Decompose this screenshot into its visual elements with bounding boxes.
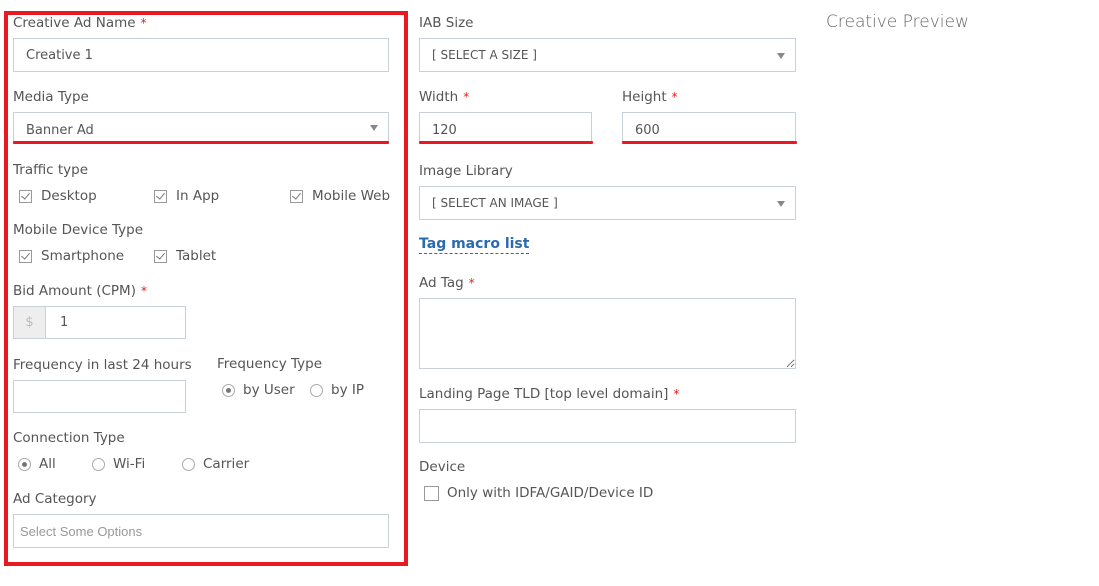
bid-amount-value: 1 xyxy=(60,315,69,330)
radio-label: by User xyxy=(243,382,295,398)
creative-name-input[interactable]: Creative 1 xyxy=(13,38,389,72)
creative-name-label: Creative Ad Name * xyxy=(13,15,147,31)
ad-tag-textarea[interactable] xyxy=(419,298,796,369)
frequency-by-user-radio[interactable]: by User xyxy=(222,382,295,398)
device-label: Device xyxy=(419,459,466,475)
checkbox-label: Tablet xyxy=(176,248,217,264)
landing-page-label: Landing Page TLD [top level domain] * xyxy=(419,386,679,402)
mobile-device-type-label: Mobile Device Type xyxy=(13,222,144,238)
checkbox-label: Desktop xyxy=(41,188,97,204)
image-library-label: Image Library xyxy=(419,163,513,179)
bid-amount-label-text: Bid Amount (CPM) xyxy=(13,283,136,299)
image-library-value: [ SELECT AN IMAGE ] xyxy=(432,196,558,210)
currency-addon: $ xyxy=(13,306,46,339)
connection-wifi-radio[interactable]: Wi-Fi xyxy=(92,456,145,472)
landing-page-input[interactable] xyxy=(419,409,796,443)
ad-category-label: Ad Category xyxy=(13,491,97,507)
connection-type-label: Connection Type xyxy=(13,430,125,446)
creative-name-value: Creative 1 xyxy=(26,47,93,63)
radio-selected-icon[interactable] xyxy=(18,457,31,471)
radio-label: Wi-Fi xyxy=(113,456,146,472)
frequency-input[interactable] xyxy=(13,380,186,413)
checkbox-label: Mobile Web xyxy=(312,188,391,204)
media-type-underline xyxy=(13,141,389,144)
ad-tag-label-text: Ad Tag xyxy=(419,275,464,291)
traffic-in-app-checkbox[interactable]: In App xyxy=(154,188,219,204)
device-smartphone-checkbox[interactable]: Smartphone xyxy=(19,248,124,264)
checkbox-label: Only with IDFA/GAID/Device ID xyxy=(447,485,654,501)
bid-amount-label: Bid Amount (CPM) * xyxy=(13,283,147,299)
media-type-label: Media Type xyxy=(13,89,89,105)
frequency-by-ip-radio[interactable]: by IP xyxy=(310,382,364,398)
width-label-text: Width xyxy=(419,89,459,105)
height-value: 600 xyxy=(635,123,660,138)
ad-category-multiselect[interactable]: Select Some Options xyxy=(13,514,389,548)
height-underline xyxy=(622,141,797,144)
chevron-down-icon xyxy=(370,125,378,131)
width-input[interactable]: 120 xyxy=(419,112,592,142)
required-marker: * xyxy=(468,276,475,290)
media-type-value: Banner Ad xyxy=(26,123,94,138)
required-marker: * xyxy=(463,90,470,104)
iab-size-select[interactable]: [ SELECT A SIZE ] xyxy=(419,38,796,72)
checkbox-unchecked-icon[interactable] xyxy=(424,485,439,501)
traffic-desktop-checkbox[interactable]: Desktop xyxy=(19,188,97,204)
ad-category-placeholder: Select Some Options xyxy=(20,523,143,539)
ad-tag-label: Ad Tag * xyxy=(419,275,475,291)
checkbox-label: In App xyxy=(176,188,220,204)
radio-unselected-icon[interactable] xyxy=(182,457,195,471)
connection-all-radio[interactable]: All xyxy=(18,456,56,472)
iab-size-value: [ SELECT A SIZE ] xyxy=(432,48,537,62)
checkbox-checked-icon[interactable] xyxy=(19,249,32,263)
width-underline xyxy=(419,141,593,144)
creative-name-label-text: Creative Ad Name xyxy=(13,15,136,31)
connection-carrier-radio[interactable]: Carrier xyxy=(182,456,249,472)
width-label: Width * xyxy=(419,89,469,105)
tag-macro-list-link[interactable]: Tag macro list xyxy=(419,236,530,254)
height-label: Height * xyxy=(622,89,678,105)
landing-page-label-text: Landing Page TLD [top level domain] xyxy=(419,386,669,402)
checkbox-checked-icon[interactable] xyxy=(19,189,32,203)
device-tablet-checkbox[interactable]: Tablet xyxy=(154,248,216,264)
creative-preview-title: Creative Preview xyxy=(826,12,969,32)
checkbox-checked-icon[interactable] xyxy=(154,189,167,203)
traffic-mobile-web-checkbox[interactable]: Mobile Web xyxy=(290,188,390,204)
frequency-label: Frequency in last 24 hours xyxy=(13,357,192,373)
height-input[interactable]: 600 xyxy=(622,112,796,142)
radio-label: All xyxy=(39,456,56,472)
frequency-type-label: Frequency Type xyxy=(217,356,323,372)
device-id-only-checkbox[interactable]: Only with IDFA/GAID/Device ID xyxy=(424,485,653,501)
chevron-down-icon xyxy=(777,53,785,59)
height-label-text: Height xyxy=(622,89,667,105)
radio-label: by IP xyxy=(331,382,364,398)
bid-amount-input[interactable]: 1 xyxy=(45,306,186,339)
width-value: 120 xyxy=(432,123,457,138)
checkbox-checked-icon[interactable] xyxy=(290,189,303,203)
iab-size-label: IAB Size xyxy=(419,15,474,31)
required-marker: * xyxy=(673,387,680,401)
traffic-type-label: Traffic type xyxy=(13,162,89,178)
chevron-down-icon xyxy=(777,201,785,207)
required-marker: * xyxy=(140,284,147,298)
checkbox-label: Smartphone xyxy=(41,248,125,264)
radio-unselected-icon[interactable] xyxy=(310,383,323,397)
checkbox-checked-icon[interactable] xyxy=(154,249,167,263)
radio-unselected-icon[interactable] xyxy=(92,457,105,471)
media-type-select[interactable]: Banner Ad xyxy=(13,112,389,142)
radio-selected-icon[interactable] xyxy=(222,383,235,397)
image-library-select[interactable]: [ SELECT AN IMAGE ] xyxy=(419,186,796,220)
required-marker: * xyxy=(671,90,678,104)
radio-label: Carrier xyxy=(203,456,250,472)
required-marker: * xyxy=(140,16,147,30)
